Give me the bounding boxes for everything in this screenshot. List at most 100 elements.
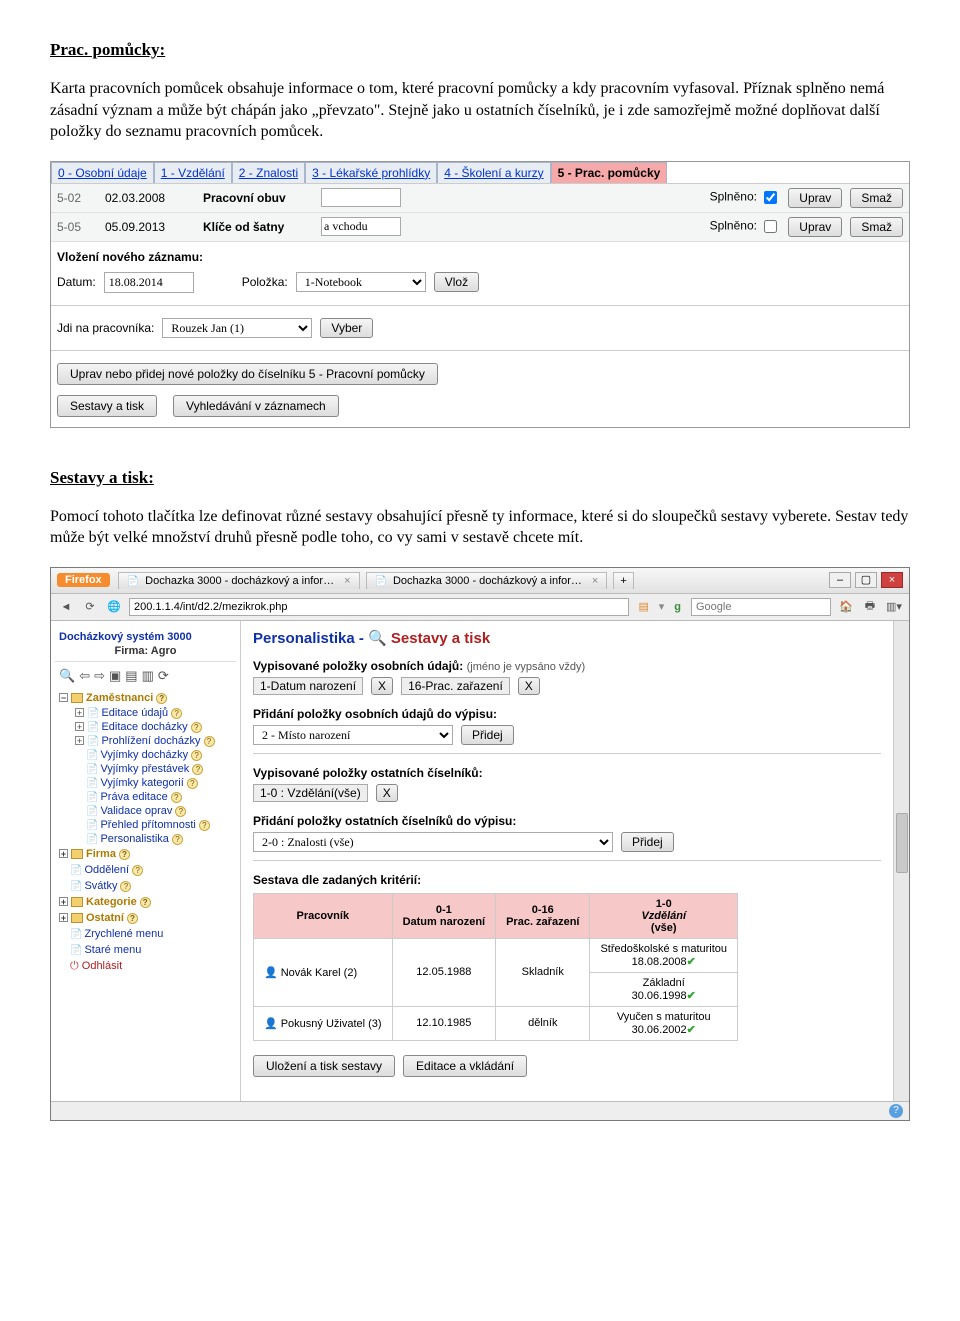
feed-icon[interactable]: ▤	[635, 598, 653, 616]
home-icon[interactable]: 🏠	[837, 598, 855, 616]
vyber-button[interactable]: Vyber	[320, 318, 373, 338]
power-icon: ⏻	[70, 960, 82, 972]
add-column-select[interactable]: 2 - Místo narození	[253, 725, 453, 745]
vloz-button[interactable]: Vlož	[434, 272, 479, 292]
menu-icon[interactable]: ▥▾	[885, 598, 903, 616]
tab-2[interactable]: 2 - Znalosti	[232, 162, 305, 183]
help-icon[interactable]: ?	[171, 708, 182, 719]
ulozeni-tisk-button[interactable]: Uložení a tisk sestavy	[253, 1055, 395, 1077]
datum-input[interactable]	[104, 272, 194, 293]
nav-item[interactable]: Staré menu	[55, 942, 236, 958]
remove-column-button[interactable]: X	[518, 677, 540, 695]
help-icon[interactable]: ?	[191, 750, 202, 761]
tool-icon[interactable]: ▣	[109, 668, 121, 684]
help-icon[interactable]: ?	[140, 897, 151, 908]
tool-icon[interactable]: ▥	[142, 668, 154, 684]
help-icon[interactable]: ?	[171, 792, 182, 803]
tool-icon[interactable]: ▤	[125, 668, 137, 684]
reload-icon[interactable]: ⟳	[81, 598, 99, 616]
refresh-icon[interactable]: ⟳	[158, 668, 169, 684]
nav-item[interactable]: +Editace údajů?	[55, 706, 236, 720]
smaz-button[interactable]: Smaž	[850, 188, 903, 208]
nav-item[interactable]: +Prohlížení docházky?	[55, 734, 236, 748]
help-icon[interactable]: ?	[192, 764, 203, 775]
nav-item[interactable]: Práva editace?	[55, 790, 236, 804]
forward-icon[interactable]: ⇨	[94, 668, 105, 684]
help-icon[interactable]: ?	[132, 865, 143, 876]
nav-group-zamestnanci[interactable]: −Zaměstnanci?	[55, 690, 236, 706]
nav-item[interactable]: Validace oprav?	[55, 804, 236, 818]
new-tab-button[interactable]: +	[613, 572, 633, 589]
remove-column-button[interactable]: X	[376, 784, 398, 802]
help-icon[interactable]: ?	[187, 778, 198, 789]
nav-item[interactable]: Přehled přítomnosti?	[55, 818, 236, 832]
help-icon[interactable]: ?	[120, 881, 131, 892]
help-icon[interactable]: ?	[191, 722, 202, 733]
search-input[interactable]	[691, 598, 831, 616]
search-icon[interactable]: 🔍	[59, 668, 75, 684]
url-input[interactable]	[129, 598, 629, 616]
page-icon	[87, 707, 101, 719]
splneno-cell: Splněno:	[419, 217, 780, 236]
help-icon[interactable]: ?	[204, 736, 215, 747]
print-icon[interactable]: 🖶	[861, 598, 879, 616]
nav-item[interactable]: Vyjímky docházky?	[55, 748, 236, 762]
tab-3[interactable]: 3 - Lékařské prohlídky	[305, 162, 437, 183]
nav-item[interactable]: +Ostatní?	[55, 910, 236, 926]
nav-item[interactable]: Zrychlené menu	[55, 926, 236, 942]
help-icon[interactable]: ?	[199, 820, 210, 831]
nav-item[interactable]: Personalistika?	[55, 832, 236, 846]
scrollbar-thumb[interactable]	[896, 813, 908, 873]
page-icon	[127, 575, 141, 587]
page-icon	[70, 944, 84, 956]
help-icon[interactable]: ?	[172, 834, 183, 845]
nav-item[interactable]: +Firma?	[55, 846, 236, 862]
minimize-button[interactable]: –	[829, 572, 851, 588]
tab-5[interactable]: 5 - Prac. pomůcky	[551, 162, 668, 183]
help-icon[interactable]: ?	[127, 913, 138, 924]
add-ciselnik-select[interactable]: 2-0 : Znalosti (vše)	[253, 832, 613, 852]
splneno-checkbox[interactable]	[764, 220, 777, 233]
tab-4[interactable]: 4 - Školení a kurzy	[437, 162, 550, 183]
heading-sestavy-tisk: Sestavy a tisk:	[50, 468, 910, 488]
nav-item[interactable]: Oddělení?	[55, 862, 236, 878]
pridej-button[interactable]: Přidej	[621, 832, 674, 852]
smaz-button[interactable]: Smaž	[850, 217, 903, 237]
goto-worker-select[interactable]: Rouzek Jan (1)	[162, 318, 312, 338]
close-button[interactable]: ×	[881, 572, 903, 588]
sestavy-tisk-button[interactable]: Sestavy a tisk	[57, 395, 157, 417]
help-icon[interactable]: ?	[156, 693, 167, 704]
uprav-button[interactable]: Uprav	[788, 188, 842, 208]
nav-item[interactable]: Vyjímky přestávek?	[55, 762, 236, 776]
pridej-button[interactable]: Přidej	[461, 725, 514, 745]
nav-item[interactable]: Vyjímky kategorií?	[55, 776, 236, 790]
nav-item[interactable]: Svátky?	[55, 878, 236, 894]
polozka-select[interactable]: 1-Notebook	[296, 272, 426, 292]
search-records-button[interactable]: Vyhledávání v záznamech	[173, 395, 339, 417]
help-icon[interactable]: ?	[889, 1104, 903, 1118]
section-sestava: Sestava dle zadaných kritérií:	[253, 873, 881, 887]
edit-ciselnik-button[interactable]: Uprav nebo přidej nové položky do číseln…	[57, 363, 438, 385]
record-note-input[interactable]	[321, 217, 401, 236]
maximize-button[interactable]: ▢	[855, 572, 877, 588]
help-icon[interactable]: ?	[175, 806, 186, 817]
splneno-checkbox[interactable]	[764, 191, 777, 204]
content-pane: Personalistika - 🔍 Sestavy a tisk Vypiso…	[241, 621, 893, 1101]
browser-tab-1[interactable]: Dochazka 3000 - docházkový a infor…×	[118, 572, 360, 589]
editace-vkladani-button[interactable]: Editace a vkládání	[403, 1055, 527, 1077]
back-icon[interactable]: ⇦	[79, 668, 90, 684]
tab-0[interactable]: 0 - Osobní údaje	[51, 162, 154, 183]
nav-item[interactable]: +Editace docházky?	[55, 720, 236, 734]
nav-item[interactable]: ⏻ Odhlásit	[55, 958, 236, 975]
firefox-label: Firefox	[57, 573, 110, 587]
back-icon[interactable]: ◄	[57, 598, 75, 616]
screenshot-personalistika-card: 0 - Osobní údaje1 - Vzdělání2 - Znalosti…	[50, 161, 910, 428]
help-icon[interactable]: ?	[119, 849, 130, 860]
record-note-input[interactable]	[321, 188, 401, 207]
tab-1[interactable]: 1 - Vzdělání	[154, 162, 232, 183]
browser-tab-2[interactable]: Dochazka 3000 - docházkový a infor…×	[366, 572, 608, 589]
scrollbar[interactable]	[893, 621, 909, 1101]
remove-column-button[interactable]: X	[371, 677, 393, 695]
nav-item[interactable]: +Kategorie?	[55, 894, 236, 910]
uprav-button[interactable]: Uprav	[788, 217, 842, 237]
